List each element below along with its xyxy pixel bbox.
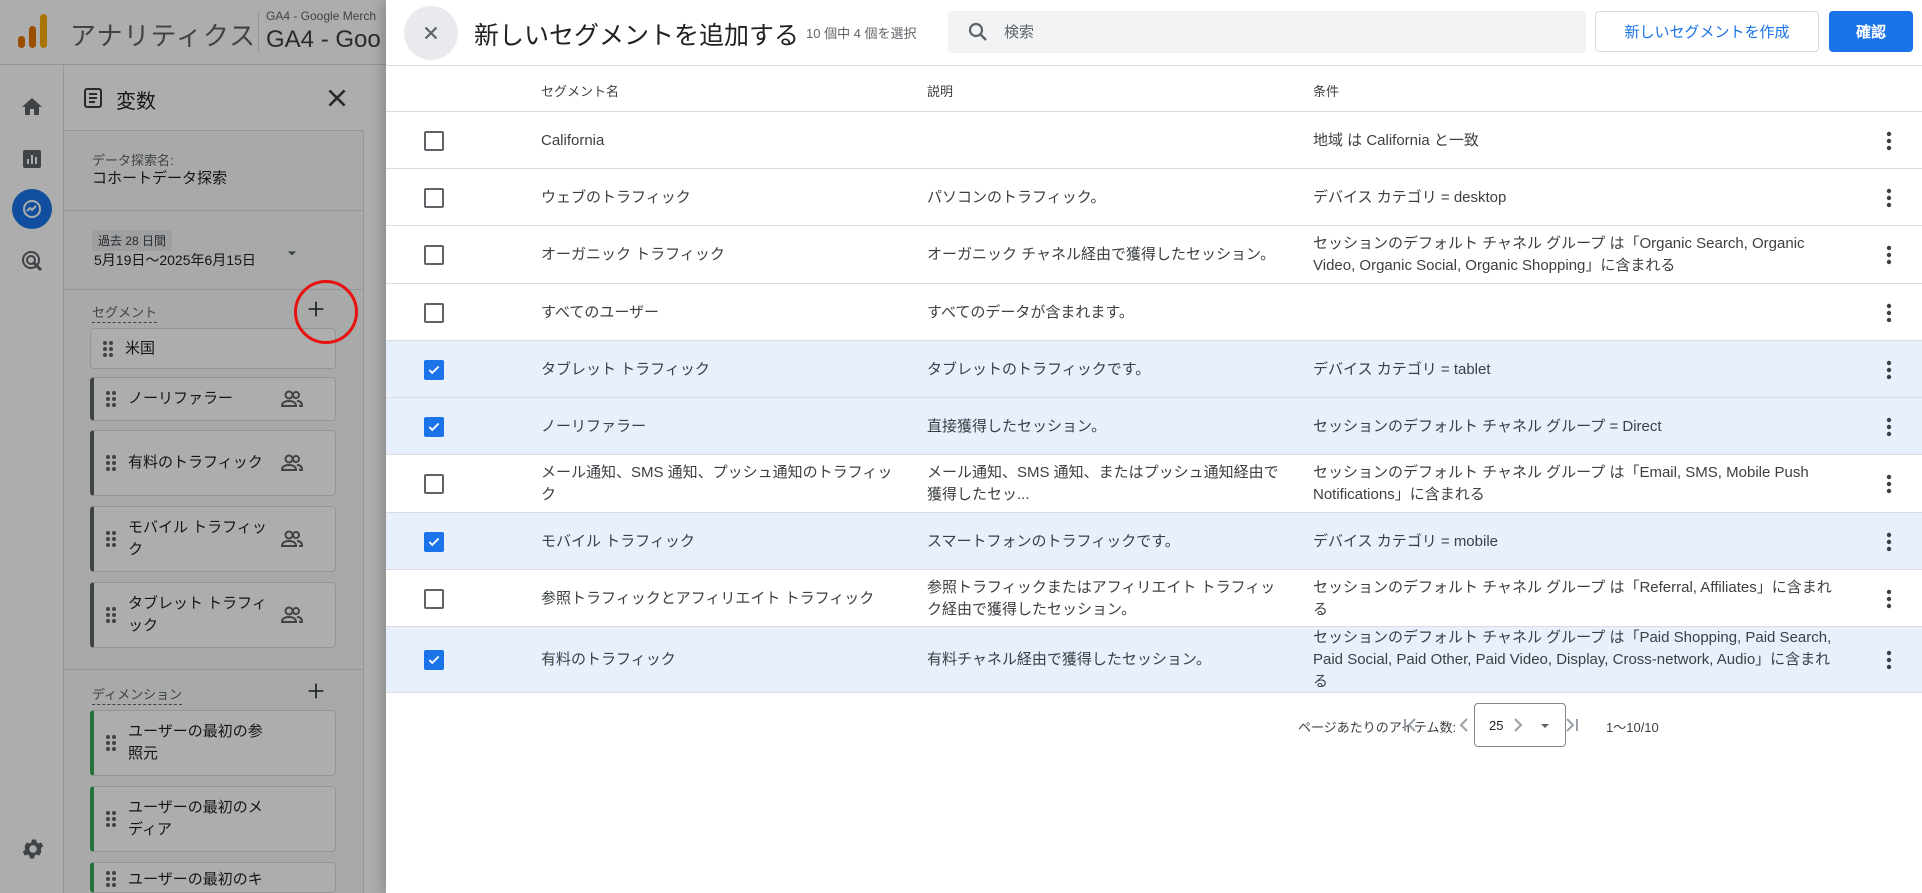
more-vert-icon[interactable] [1877, 587, 1901, 611]
items-per-page-label: ページあたりのアイテム数: [1298, 720, 1457, 735]
table-row[interactable]: すべてのユーザー すべてのデータが含まれます。 [386, 284, 1922, 341]
row-checkbox[interactable] [424, 187, 444, 208]
segment-condition: セッションのデフォルト チャネル グループ は「Organic Search, … [1313, 235, 1805, 274]
chevron-down-icon [1541, 724, 1549, 728]
row-checkbox[interactable] [424, 245, 444, 265]
more-vert-icon[interactable] [1877, 415, 1901, 439]
more-vert-icon[interactable] [1877, 301, 1901, 325]
segment-table: セグメント名 説明 条件 California 地域 は California と… [386, 67, 1922, 693]
table-row[interactable]: タブレット トラフィック タブレットのトラフィックです。 デバイス カテゴリ = t… [386, 341, 1922, 398]
segment-description: 有料チャネル経由で獲得したセッション。 [927, 651, 1211, 668]
table-row[interactable]: 参照トラフィックとアフィリエイト トラフィック 参照トラフィックまたはアフィリエイ… [386, 570, 1922, 627]
segment-description: 参照トラフィックまたはアフィリエイト トラフィック経由で獲得したセッション。 [927, 578, 1276, 618]
segment-name: California [541, 131, 605, 149]
segment-description: すべてのデータが含まれます。 [927, 303, 1134, 321]
row-checkbox[interactable] [424, 531, 444, 552]
segment-name: すべてのユーザー [541, 303, 660, 321]
selection-count: 10 個中 4 個を選択 [806, 26, 917, 41]
table-row[interactable]: 有料のトラフィック 有料チャネル経由で獲得したセッション。 セッションのデフォルト … [386, 627, 1922, 693]
search-icon [968, 22, 987, 41]
first-page-icon[interactable] [1398, 713, 1422, 737]
segment-description: パソコンのトラフィック。 [927, 188, 1106, 206]
segment-condition: デバイス カテゴリ = mobile [1313, 532, 1499, 550]
segment-condition: セッションのデフォルト チャネル グループ = Direct [1313, 417, 1662, 435]
segment-name: モバイル トラフィック [541, 532, 695, 550]
segment-name: オーガニック トラフィック [541, 246, 725, 263]
items-per-page-value: 25 [1489, 718, 1504, 733]
table-row[interactable]: オーガニック トラフィック オーガニック チャネル経由で獲得したセッション。 セッシ… [386, 226, 1922, 284]
segment-description: 直接獲得したセッション。 [927, 417, 1107, 435]
segment-condition: セッションのデフォルト チャネル グループ は「Email, SMS, Mobi… [1313, 464, 1809, 503]
segment-name: タブレット トラフィック [541, 360, 710, 378]
column-header-condition[interactable]: 条件 [1313, 81, 1339, 100]
table-row[interactable]: California 地域 は California と一致 [386, 112, 1922, 169]
segment-name: ノーリファラー [541, 417, 647, 435]
segment-condition: セッションのデフォルト チャネル グループ は「Paid Shopping, P… [1313, 629, 1832, 690]
more-vert-icon[interactable] [1877, 243, 1901, 267]
segment-description: オーガニック チャネル経由で獲得したセッション。 [927, 246, 1276, 263]
row-checkbox[interactable] [424, 416, 444, 437]
more-vert-icon[interactable] [1877, 472, 1901, 496]
segment-condition: デバイス カテゴリ = tablet [1313, 360, 1491, 378]
more-vert-icon[interactable] [1877, 530, 1901, 554]
row-checkbox[interactable] [424, 650, 444, 670]
search-input[interactable] [1004, 11, 1564, 53]
table-row[interactable]: モバイル トラフィック スマートフォンのトラフィックです。 デバイス カテゴリ = … [386, 513, 1922, 570]
row-checkbox[interactable] [424, 588, 444, 609]
more-vert-icon[interactable] [1877, 186, 1901, 210]
row-checkbox[interactable] [424, 302, 444, 323]
table-row[interactable]: ノーリファラー 直接獲得したセッション。 セッションのデフォルト チャネル グループ… [386, 398, 1922, 455]
more-vert-icon[interactable] [1877, 129, 1901, 153]
page-range: 1～10/10 [1606, 720, 1659, 735]
segment-name: ウェブのトラフィック [541, 188, 691, 206]
pagination: ページあたりのアイテム数: 25 1～10/10 [386, 700, 1922, 750]
segment-description: メール通知、SMS 通知、またはプッシュ通知経由で獲得したセッ... [927, 464, 1279, 503]
row-checkbox[interactable] [424, 130, 444, 151]
search-box[interactable] [948, 11, 1586, 53]
segment-name: メール通知、SMS 通知、プッシュ通知のトラフィック [541, 464, 893, 503]
confirm-button[interactable]: 確認 [1829, 11, 1913, 52]
dialog-header: 新しいセグメントを追加する 10 個中 4 個を選択 新しいセグメントを作成 確… [386, 0, 1922, 66]
column-header-name[interactable]: セグメント名 [541, 81, 619, 100]
more-vert-icon[interactable] [1877, 358, 1901, 382]
row-checkbox[interactable] [424, 474, 444, 494]
segment-description: スマートフォンのトラフィックです。 [927, 532, 1180, 550]
add-segment-dialog: 新しいセグメントを追加する 10 個中 4 個を選択 新しいセグメントを作成 確… [386, 0, 1922, 893]
previous-page-icon[interactable] [1452, 713, 1476, 737]
table-row[interactable]: ウェブのトラフィック パソコンのトラフィック。 デバイス カテゴリ = deskto… [386, 169, 1922, 226]
more-vert-icon[interactable] [1877, 648, 1901, 672]
last-page-icon[interactable] [1560, 713, 1584, 737]
close-dialog-button[interactable] [404, 6, 458, 60]
segment-description: タブレットのトラフィックです。 [927, 360, 1151, 378]
segment-name: 参照トラフィックとアフィリエイト トラフィック [541, 589, 875, 607]
segment-condition: セッションのデフォルト チャネル グループ は「Referral, Affili… [1313, 578, 1832, 618]
segment-name: 有料のトラフィック [541, 651, 676, 668]
column-header-description[interactable]: 説明 [927, 81, 953, 100]
table-header: セグメント名 説明 条件 [386, 67, 1922, 112]
create-segment-button[interactable]: 新しいセグメントを作成 [1595, 11, 1819, 52]
row-checkbox[interactable] [424, 359, 444, 380]
dialog-title: 新しいセグメントを追加する [474, 22, 800, 50]
segment-condition: 地域 は California と一致 [1313, 131, 1479, 149]
table-body: California 地域 は California と一致ウェブのトラフィック パ… [386, 112, 1922, 693]
segment-condition: デバイス カテゴリ = desktop [1313, 188, 1507, 206]
close-icon [424, 26, 438, 40]
table-row[interactable]: メール通知、SMS 通知、プッシュ通知のトラフィック メール通知、SMS 通知、ま… [386, 455, 1922, 513]
next-page-icon[interactable] [1506, 713, 1530, 737]
annotation-circle [294, 280, 358, 344]
